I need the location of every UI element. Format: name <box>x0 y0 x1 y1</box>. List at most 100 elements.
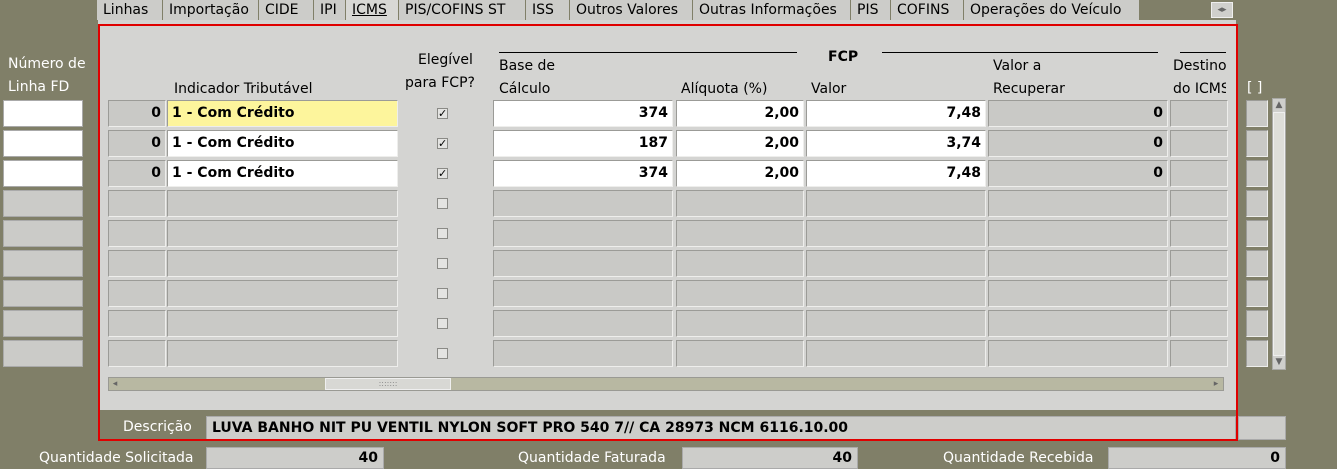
descricao-extra-field[interactable] <box>1238 416 1286 440</box>
scroll-down-icon[interactable]: ▼ <box>1273 356 1285 368</box>
row-extra-field[interactable] <box>1246 130 1268 157</box>
fcp-valor-field[interactable] <box>806 250 986 277</box>
line-number-field[interactable] <box>3 130 83 157</box>
destino-icms-field[interactable] <box>1170 100 1228 127</box>
indicador-tributavel-field[interactable] <box>167 340 398 367</box>
aliquota-field[interactable] <box>676 340 804 367</box>
fcp-eligible-checkbox[interactable]: ✓ <box>437 168 448 179</box>
tab-cofins[interactable]: COFINS <box>891 0 964 20</box>
fcp-valor-field[interactable] <box>806 280 986 307</box>
indicador-tributavel-field[interactable] <box>167 190 398 217</box>
aliquota-field[interactable]: 2,00 <box>676 130 804 157</box>
indicador-tributavel-field[interactable] <box>167 250 398 277</box>
line-number-field[interactable] <box>3 310 83 337</box>
tab-iss[interactable]: ISS <box>526 0 570 20</box>
fcp-eligible-checkbox[interactable] <box>437 198 448 209</box>
base-calculo-field[interactable] <box>493 190 673 217</box>
tab-pis-cofins-st[interactable]: PIS/COFINS ST <box>399 0 526 20</box>
destino-icms-field[interactable] <box>1170 250 1228 277</box>
horizontal-scrollbar[interactable] <box>108 377 1224 391</box>
tab-outras-informa-es[interactable]: Outras Informações <box>693 0 851 20</box>
row-extra-field[interactable] <box>1246 100 1268 127</box>
scroll-up-icon[interactable]: ▲ <box>1273 99 1285 111</box>
fcp-eligible-checkbox[interactable] <box>437 258 448 269</box>
fcp-valor-field[interactable] <box>806 310 986 337</box>
row-extra-field[interactable] <box>1246 220 1268 247</box>
tab-ipi[interactable]: IPI <box>314 0 346 20</box>
header-recuperar-2: Recuperar <box>993 81 1065 97</box>
row-number-cell <box>108 280 166 307</box>
destino-icms-field[interactable] <box>1170 220 1228 247</box>
base-calculo-field[interactable]: 374 <box>493 160 673 187</box>
line-number-field[interactable] <box>3 250 83 277</box>
tab-opera-es-do-ve-culo[interactable]: Operações do Veículo <box>964 0 1140 20</box>
line-number-field[interactable] <box>3 280 83 307</box>
tab-pis[interactable]: PIS <box>851 0 891 20</box>
aliquota-field[interactable] <box>676 190 804 217</box>
fcp-line-left <box>499 52 797 53</box>
fcp-valor-field[interactable] <box>806 190 986 217</box>
row-extra-field[interactable] <box>1246 280 1268 307</box>
aliquota-field[interactable] <box>676 280 804 307</box>
line-number-field[interactable] <box>3 160 83 187</box>
scroll-left-icon[interactable]: ◂ <box>109 378 121 390</box>
fcp-eligible-checkbox[interactable]: ✓ <box>437 108 448 119</box>
aliquota-field[interactable]: 2,00 <box>676 100 804 127</box>
fcp-valor-field[interactable]: 3,74 <box>806 130 986 157</box>
indicador-tributavel-field[interactable]: 1 - Com Crédito <box>167 130 398 157</box>
destino-icms-field[interactable] <box>1170 280 1228 307</box>
indicador-tributavel-field[interactable] <box>167 220 398 247</box>
fcp-valor-field[interactable]: 7,48 <box>806 160 986 187</box>
fcp-eligible-checkbox[interactable] <box>437 348 448 359</box>
destino-icms-field[interactable] <box>1170 190 1228 217</box>
base-calculo-field[interactable] <box>493 250 673 277</box>
horizontal-scroll-thumb[interactable]: ::::::: <box>325 378 451 390</box>
aliquota-field[interactable] <box>676 310 804 337</box>
valor-recuperar-field <box>988 220 1168 247</box>
aliquota-field[interactable] <box>676 250 804 277</box>
row-extra-field[interactable] <box>1246 190 1268 217</box>
destino-icms-field[interactable] <box>1170 310 1228 337</box>
indicador-tributavel-field[interactable] <box>167 280 398 307</box>
base-calculo-field[interactable] <box>493 340 673 367</box>
indicador-tributavel-field[interactable]: 1 - Com Crédito <box>167 160 398 187</box>
row-extra-field[interactable] <box>1246 310 1268 337</box>
scroll-right-icon[interactable]: ▸ <box>1210 378 1222 390</box>
aliquota-field[interactable]: 2,00 <box>676 160 804 187</box>
destino-icms-field[interactable] <box>1170 160 1228 187</box>
row-extra-field[interactable] <box>1246 250 1268 277</box>
fcp-eligible-checkbox[interactable] <box>437 318 448 329</box>
tab-icms[interactable]: ICMS <box>346 0 399 20</box>
descricao-label: Descrição <box>123 419 192 435</box>
tab-cide[interactable]: CIDE <box>259 0 314 20</box>
base-calculo-field[interactable] <box>493 220 673 247</box>
aliquota-field[interactable] <box>676 220 804 247</box>
line-number-field[interactable] <box>3 220 83 247</box>
vertical-scroll-thumb[interactable] <box>1273 112 1285 356</box>
descricao-field[interactable]: LUVA BANHO NIT PU VENTIL NYLON SOFT PRO … <box>206 416 1236 440</box>
fcp-valor-field[interactable] <box>806 220 986 247</box>
fcp-eligible-checkbox[interactable]: ✓ <box>437 138 448 149</box>
line-number-field[interactable] <box>3 190 83 217</box>
base-calculo-field[interactable] <box>493 280 673 307</box>
tab-linhas[interactable]: Linhas <box>97 0 163 20</box>
destino-icms-field[interactable] <box>1170 340 1228 367</box>
indicador-tributavel-field[interactable]: 1 - Com Crédito <box>167 100 398 127</box>
line-number-field[interactable] <box>3 100 83 127</box>
tab-scroll-arrows[interactable]: ◂▸ <box>1211 2 1233 18</box>
fcp-eligible-checkbox[interactable] <box>437 288 448 299</box>
tab-outros-valores[interactable]: Outros Valores <box>570 0 693 20</box>
fcp-valor-field[interactable] <box>806 340 986 367</box>
row-extra-field[interactable] <box>1246 340 1268 367</box>
fcp-eligible-checkbox[interactable] <box>437 228 448 239</box>
base-calculo-field[interactable]: 187 <box>493 130 673 157</box>
destino-icms-field[interactable] <box>1170 130 1228 157</box>
indicador-tributavel-field[interactable] <box>167 310 398 337</box>
base-calculo-field[interactable] <box>493 310 673 337</box>
base-calculo-field[interactable]: 374 <box>493 100 673 127</box>
row-number-cell <box>108 190 166 217</box>
fcp-valor-field[interactable]: 7,48 <box>806 100 986 127</box>
line-number-field[interactable] <box>3 340 83 367</box>
row-extra-field[interactable] <box>1246 160 1268 187</box>
tab-importa-o[interactable]: Importação <box>163 0 259 20</box>
